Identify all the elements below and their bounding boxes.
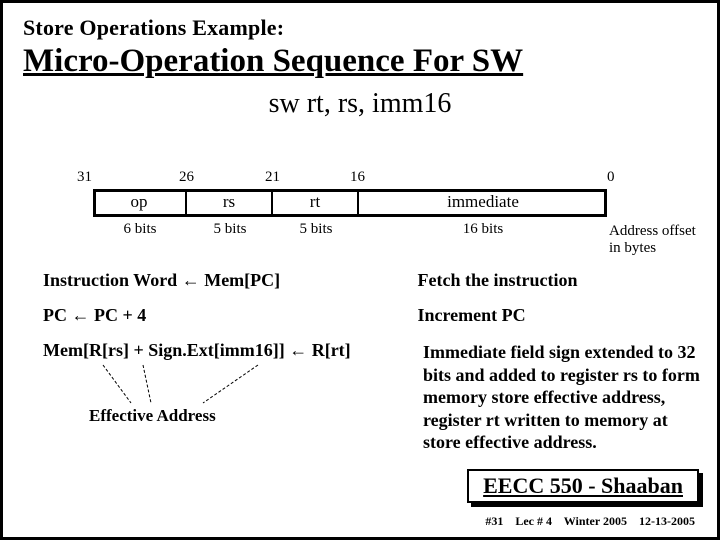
op-incpc-lhs: PC xyxy=(43,305,72,325)
bit-label-0: 0 xyxy=(607,169,615,186)
field-bits-rt: 5 bits xyxy=(273,221,359,238)
course-box: EECC 550 - Shaaban xyxy=(467,469,699,503)
field-imm: immediate xyxy=(359,189,607,217)
field-rs: rs xyxy=(187,189,273,217)
note-line2: in bytes xyxy=(609,240,696,257)
op-incpc: PC ← PC + 4 Increment PC xyxy=(43,306,698,325)
footer-term: Winter 2005 xyxy=(564,514,627,528)
instruction-syntax: sw rt, rs, imm16 xyxy=(23,88,697,120)
op-store-lhs: Mem[R[rs] + Sign.Ext[imm16]] xyxy=(43,340,289,360)
pre-title: Store Operations Example: xyxy=(23,15,697,41)
title-block: Store Operations Example: Micro-Operatio… xyxy=(3,3,717,120)
main-title: Micro-Operation Sequence For SW xyxy=(23,43,697,80)
op-store-rhs: R[rt] xyxy=(307,340,350,360)
field-bits-imm: 16 bits xyxy=(359,221,607,238)
left-arrow-icon: ← xyxy=(72,305,90,325)
left-arrow-icon: ← xyxy=(289,340,307,360)
op-store-desc: Immediate field sign extended to 32 bits… xyxy=(423,341,705,454)
slide-footer: #31 Lec # 4 Winter 2005 12-13-2005 xyxy=(485,514,695,529)
bit-label-31: 31 xyxy=(77,169,92,186)
op-fetch: Instruction Word ← Mem[PC] Fetch the ins… xyxy=(43,271,698,290)
field-op: op xyxy=(93,189,187,217)
op-fetch-rhs: Mem[PC] xyxy=(200,270,280,290)
field-rt: rt xyxy=(273,189,359,217)
op-fetch-desc: Fetch the instruction xyxy=(418,271,698,290)
bit-label-21: 21 xyxy=(265,169,280,186)
bit-label-26: 26 xyxy=(179,169,194,186)
op-incpc-rhs: PC + 4 xyxy=(90,305,147,325)
field-bits-op: 6 bits xyxy=(93,221,187,238)
bit-label-16: 16 xyxy=(350,169,365,186)
op-incpc-desc: Increment PC xyxy=(418,306,698,325)
footer-slide-no: #31 xyxy=(485,514,503,528)
note-line1: Address offset xyxy=(609,223,696,240)
address-offset-note: Address offset in bytes xyxy=(609,223,696,258)
slide-frame: Store Operations Example: Micro-Operatio… xyxy=(0,0,720,540)
effective-address-label: Effective Address xyxy=(89,406,216,426)
op-fetch-lhs: Instruction Word xyxy=(43,270,182,290)
footer-lecture: Lec # 4 xyxy=(515,514,552,528)
field-bits-rs: 5 bits xyxy=(187,221,273,238)
left-arrow-icon: ← xyxy=(182,270,200,290)
footer-date: 12-13-2005 xyxy=(639,514,695,528)
